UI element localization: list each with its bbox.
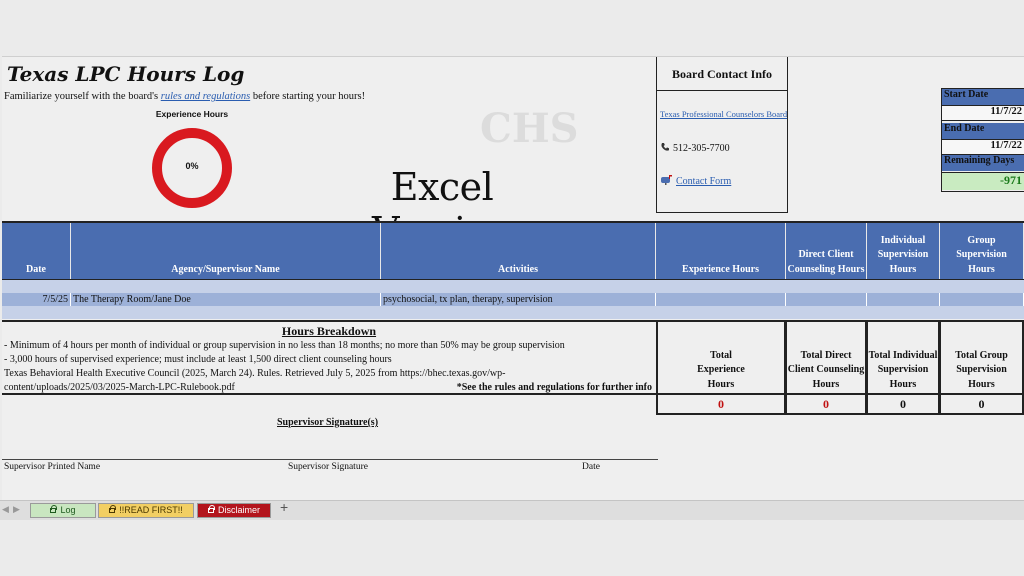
table-row-blank[interactable] xyxy=(2,280,1024,293)
tab-log[interactable]: Log xyxy=(30,503,96,518)
total-direct-value: 0 xyxy=(786,395,867,415)
total-direct-label: Total Direct Client Counseling Hours xyxy=(786,320,867,395)
contact-heading: Board Contact Info xyxy=(671,67,772,81)
row-experience[interactable] xyxy=(656,293,786,306)
board-contact-box: Board Contact Info Texas Professional Co… xyxy=(656,57,788,213)
row-direct[interactable] xyxy=(786,293,867,306)
signature-label: Supervisor Signature xyxy=(288,462,368,472)
start-date-label: Start Date xyxy=(942,89,1024,105)
breakdown-line: - Minimum of 4 hours per month of indivi… xyxy=(4,340,565,351)
end-date-label: End Date xyxy=(942,123,1024,139)
contact-divider xyxy=(657,90,787,91)
phone-number: 512-305-7700 xyxy=(673,143,730,154)
col-individual-supervision[interactable]: Individual Supervision Hours xyxy=(867,223,940,279)
breakdown-title: Hours Breakdown xyxy=(281,324,377,338)
table-row-blank[interactable] xyxy=(2,306,1024,319)
total-individual-value: 0 xyxy=(867,395,940,415)
remaining-days-value: -971 xyxy=(942,172,1024,190)
contact-form-row: Contact Form xyxy=(660,174,731,187)
col-group-supervision[interactable]: Group Supervision Hours xyxy=(940,223,1024,279)
worksheet[interactable]: Texas LPC Hours Log Familiarize yourself… xyxy=(2,56,1024,518)
total-experience-value: 0 xyxy=(656,395,786,415)
col-date[interactable]: Date xyxy=(2,223,71,279)
col-experience[interactable]: Experience Hours xyxy=(656,223,786,279)
signature-line[interactable] xyxy=(2,459,658,460)
start-date-value[interactable]: 11/7/22 xyxy=(942,105,1024,121)
intro-text: Familiarize yourself with the board's ru… xyxy=(4,91,365,102)
experience-chart-label: Experience Hours xyxy=(155,109,229,119)
breakdown-line: - 3,000 hours of supervised experience; … xyxy=(4,354,392,365)
total-individual-label: Total Individual Supervision Hours xyxy=(867,320,940,395)
page-title: Texas LPC Hours Log xyxy=(7,62,245,86)
rules-link[interactable]: rules and regulations xyxy=(161,91,250,102)
lock-icon xyxy=(207,505,215,513)
total-group-value: 0 xyxy=(940,395,1024,415)
row-activities[interactable]: psychosocial, tx plan, therapy, supervis… xyxy=(381,293,656,306)
totals-section: Total Experience Hours Total Direct Clie… xyxy=(656,320,1024,415)
total-group-label: Total Group Supervision Hours xyxy=(940,320,1024,395)
mailbox-icon xyxy=(661,175,672,185)
sheet-tab-bar: ◀ ▶ Log !!READ FIRST!! Disclaimer + xyxy=(0,500,1024,520)
date-summary-box: Start Date 11/7/22 End Date 11/7/22 Rema… xyxy=(941,88,1024,192)
tab-read-first-label: !!READ FIRST!! xyxy=(119,505,183,515)
lock-icon xyxy=(50,505,58,513)
row-individual[interactable] xyxy=(867,293,940,306)
intro-after: before starting your hours! xyxy=(250,91,366,102)
hours-breakdown: Hours Breakdown - Minimum of 4 hours per… xyxy=(2,320,656,395)
watermark-logo: CHS xyxy=(480,105,579,152)
col-direct-client[interactable]: Direct Client Counseling Hours xyxy=(786,223,867,279)
end-date-value[interactable]: 11/7/22 xyxy=(942,139,1024,155)
add-sheet-button[interactable]: + xyxy=(280,500,288,516)
tab-log-label: Log xyxy=(60,505,76,515)
intro-before: Familiarize yourself with the board's xyxy=(4,91,161,102)
row-agency[interactable]: The Therapy Room/Jane Doe xyxy=(71,293,381,306)
col-activities[interactable]: Activities xyxy=(381,223,656,279)
signature-title: Supervisor Signature(s) xyxy=(277,417,379,428)
contact-phone: 512-305-7700 xyxy=(660,142,730,154)
remaining-days-label: Remaining Days xyxy=(942,155,1024,171)
experience-percent: 0% xyxy=(185,161,199,171)
signature-date-label: Date xyxy=(582,462,600,472)
breakdown-citation-url: content/uploads/2025/03/2025-March-LPC-R… xyxy=(4,382,235,393)
row-date[interactable]: 7/5/25 xyxy=(2,293,71,306)
breakdown-note: *See the rules and regulations for furth… xyxy=(456,382,652,393)
log-table-header: Date Agency/Supervisor Name Activities E… xyxy=(2,221,1024,280)
lock-icon xyxy=(109,505,117,513)
board-link[interactable]: Texas Professional Counselors Board xyxy=(660,109,787,119)
breakdown-citation: Texas Behavioral Health Executive Counci… xyxy=(4,368,506,379)
col-agency[interactable]: Agency/Supervisor Name xyxy=(71,223,381,279)
tab-read-first[interactable]: !!READ FIRST!! xyxy=(98,503,194,518)
tab-prev-icon[interactable]: ◀ xyxy=(2,504,9,515)
tab-disclaimer[interactable]: Disclaimer xyxy=(197,503,271,518)
table-row[interactable]: 7/5/25 The Therapy Room/Jane Doe psychos… xyxy=(2,293,1024,306)
total-experience-label: Total Experience Hours xyxy=(656,320,786,395)
tab-disclaimer-label: Disclaimer xyxy=(217,505,260,515)
printed-name-label: Supervisor Printed Name xyxy=(4,462,101,472)
row-group[interactable] xyxy=(940,293,1024,306)
phone-icon xyxy=(661,143,669,151)
contact-form-link[interactable]: Contact Form xyxy=(676,176,731,187)
tab-next-icon[interactable]: ▶ xyxy=(13,504,20,515)
